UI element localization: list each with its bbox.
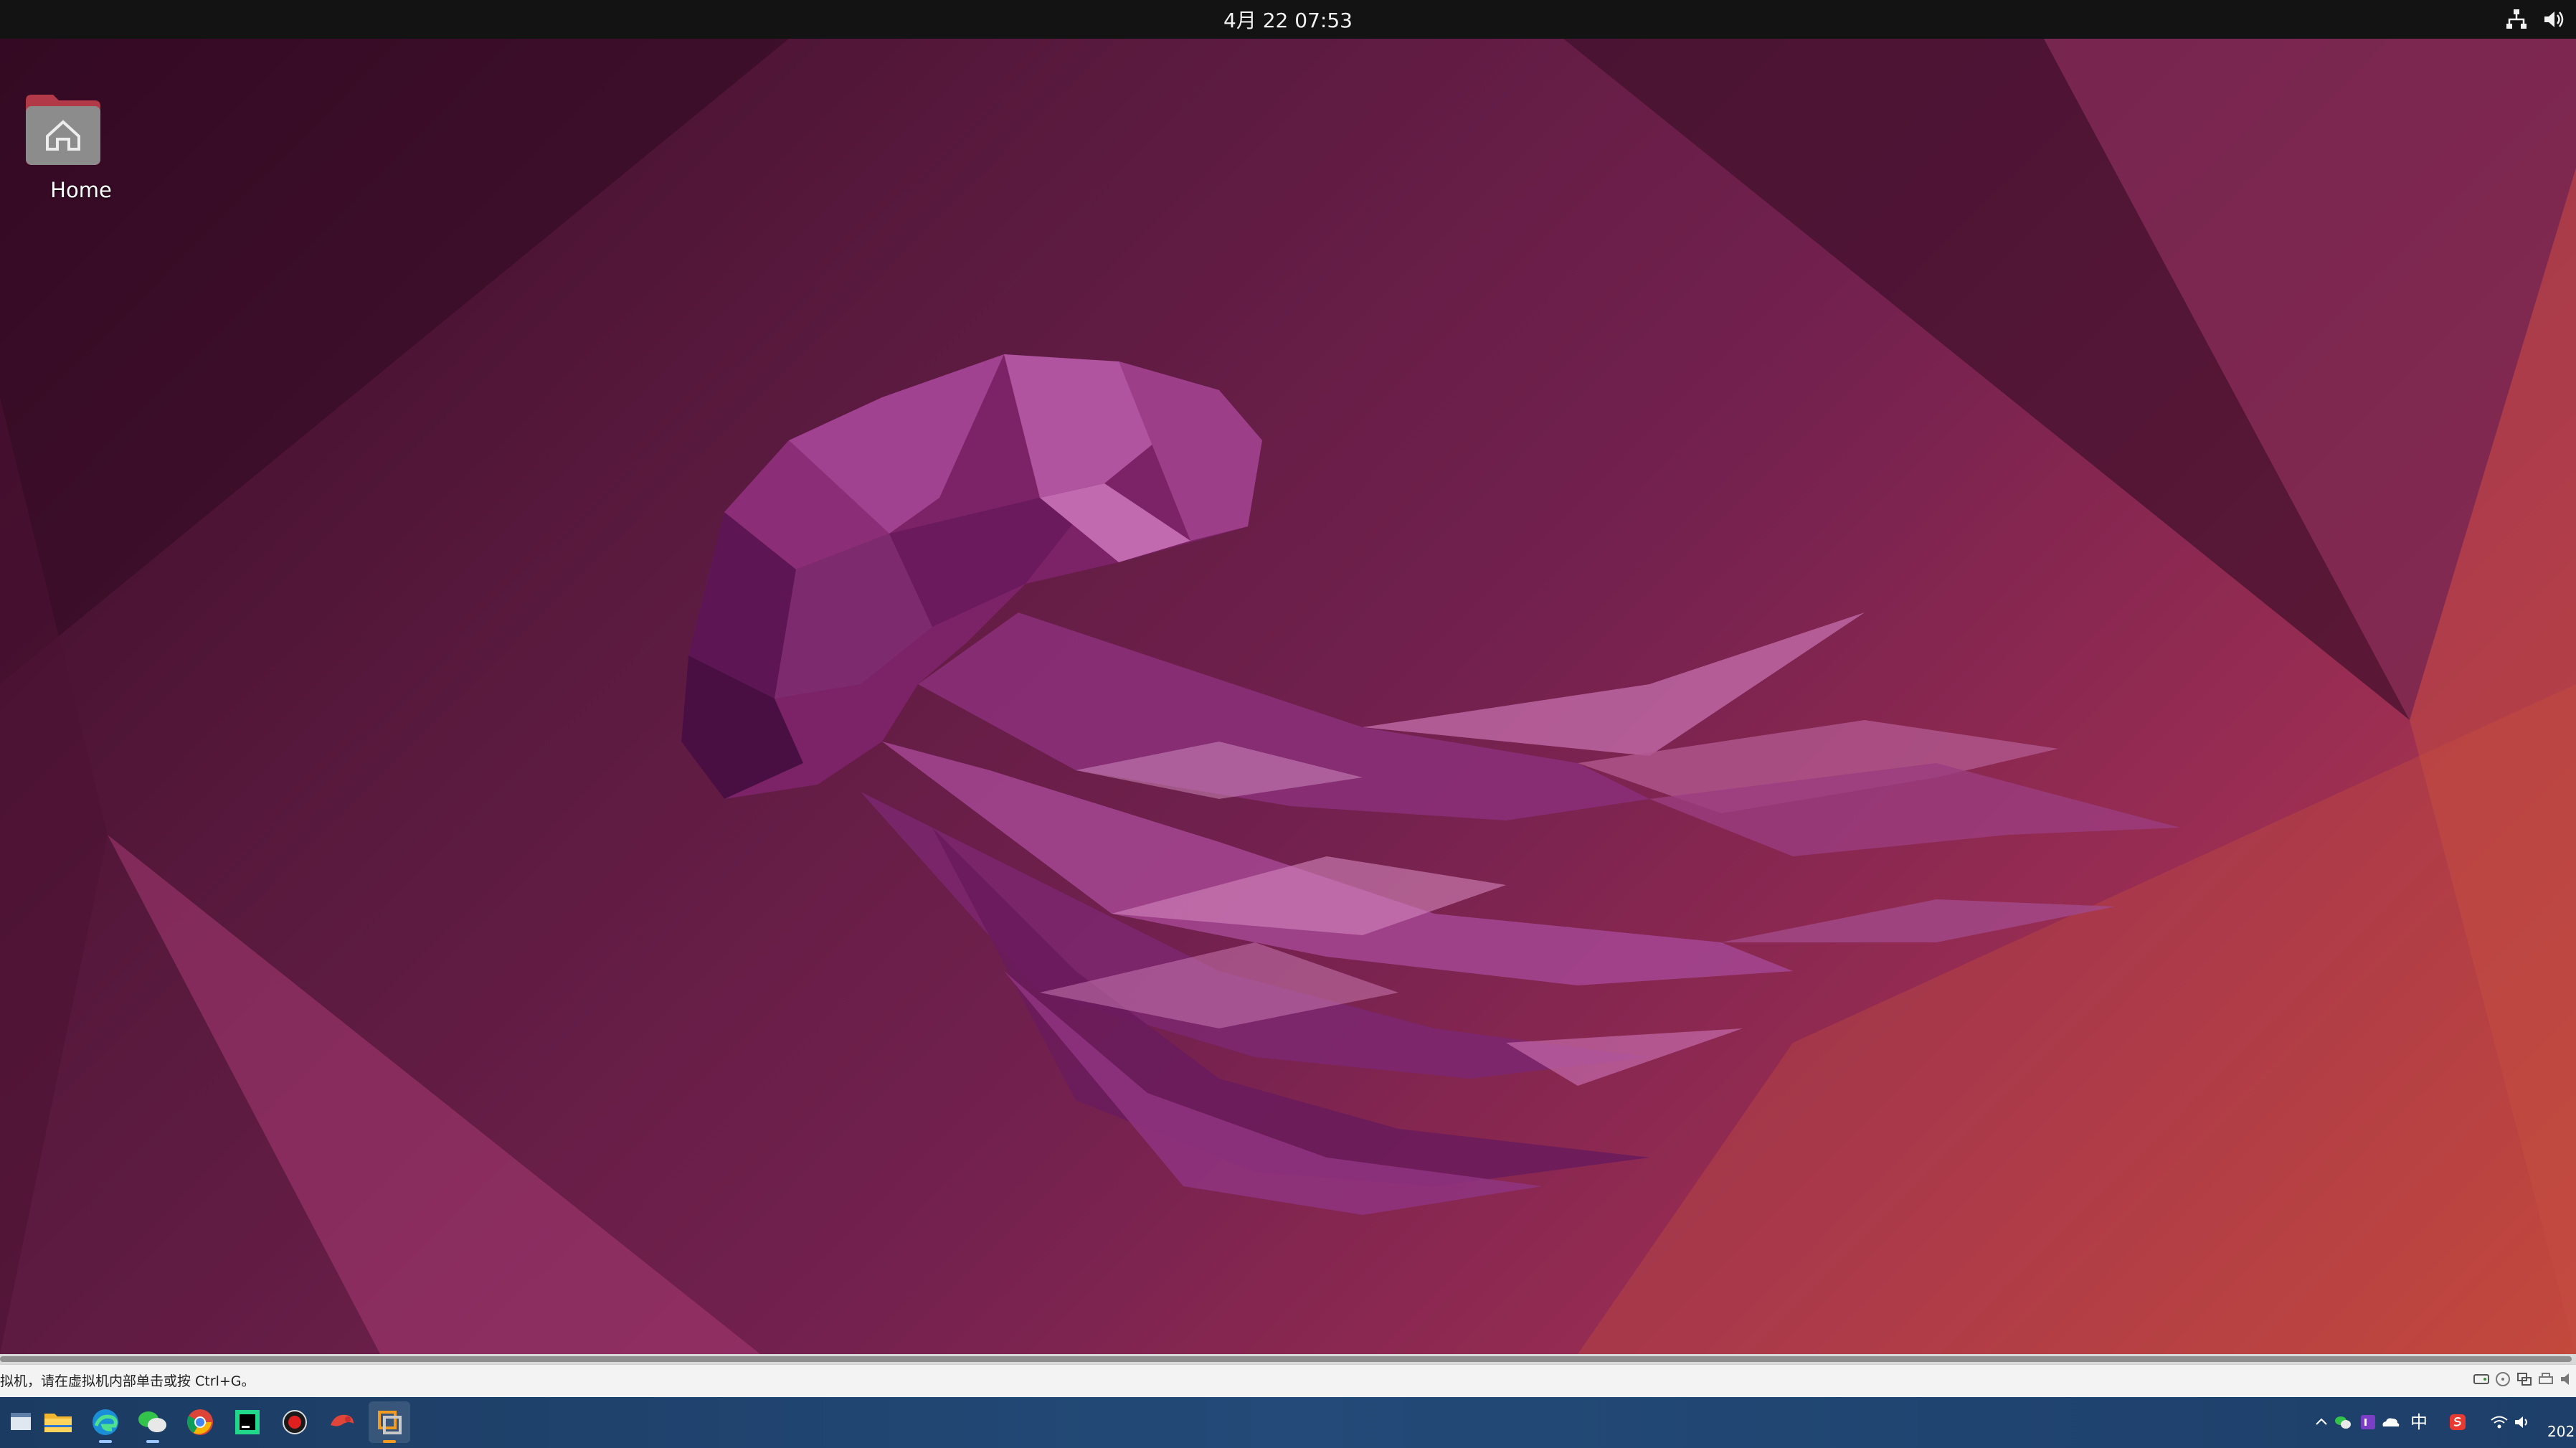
onenote-icon[interactable] — [2356, 1410, 2380, 1434]
vm-horizontal-scrollbar[interactable] — [0, 1354, 2576, 1364]
wechat-tray-icon[interactable] — [2331, 1410, 2355, 1434]
windows-taskbar: 中 202 — [0, 1397, 2576, 1448]
desktop-screen: 4月 22 07:53 Home 拟机，请在虚拟机内部单击或按 Ctrl+G。 … — [0, 0, 2576, 1448]
home-icon-label: Home — [50, 178, 112, 202]
edge-icon[interactable] — [85, 1401, 126, 1443]
wallpaper-art — [0, 39, 2576, 1354]
wifi-icon[interactable] — [2487, 1410, 2511, 1434]
network-icon[interactable] — [2504, 7, 2529, 32]
sogou-icon[interactable] — [2445, 1410, 2470, 1434]
chevron-up-icon[interactable] — [2309, 1410, 2334, 1434]
onedrive-icon[interactable] — [2378, 1410, 2402, 1434]
folder-icon[interactable] — [37, 1401, 79, 1443]
vmware-icon[interactable] — [369, 1401, 410, 1443]
network-adapter-icon[interactable] — [2516, 1371, 2533, 1388]
ime-indicator[interactable]: 中 — [2407, 1410, 2431, 1434]
hard-disk-icon[interactable] — [2473, 1371, 2490, 1388]
home-folder-icon — [26, 90, 123, 168]
record-icon[interactable] — [274, 1401, 316, 1443]
vm-device-icons — [2473, 1371, 2576, 1392]
chrome-icon[interactable] — [179, 1401, 221, 1443]
cd-drive-icon[interactable] — [2494, 1371, 2511, 1388]
vm-input-hint: 拟机，请在虚拟机内部单击或按 Ctrl+G。 — [0, 1373, 255, 1389]
top-bar-clock[interactable]: 4月 22 07:53 — [1223, 0, 1353, 39]
top-bar: 4月 22 07:53 — [0, 0, 2576, 39]
pycharm-icon[interactable] — [227, 1401, 268, 1443]
taskbar-clock[interactable]: 202 — [2547, 1423, 2575, 1440]
wallpaper: Home — [0, 39, 2576, 1354]
printer-icon[interactable] — [2537, 1371, 2554, 1388]
desktop-home-icon[interactable]: Home — [22, 90, 141, 219]
volume-icon[interactable] — [2542, 7, 2566, 32]
scrollbar-thumb[interactable] — [0, 1356, 2572, 1362]
speaker-icon[interactable] — [2510, 1410, 2534, 1434]
window-icon[interactable] — [0, 1401, 42, 1443]
red-app-icon[interactable] — [321, 1401, 363, 1443]
vm-status-bar: 拟机，请在虚拟机内部单击或按 Ctrl+G。 — [0, 1364, 2576, 1398]
sound-icon[interactable] — [2559, 1371, 2576, 1388]
wechat-icon[interactable] — [132, 1401, 174, 1443]
